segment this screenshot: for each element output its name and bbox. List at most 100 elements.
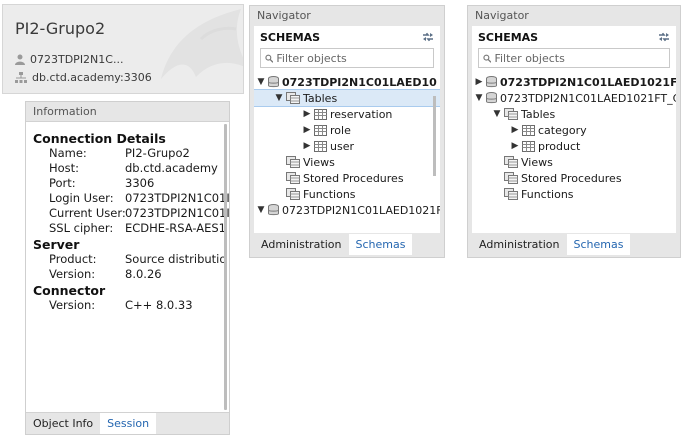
filter-input[interactable] — [494, 51, 669, 65]
tree-table-row[interactable]: ▶ reservation — [254, 106, 440, 122]
database-icon — [268, 204, 279, 216]
tree-schema-row[interactable]: ▼ 0723TDPI2N1C01LAED1021FT_C — [472, 90, 676, 106]
tab-schemas[interactable]: Schemas — [566, 234, 631, 255]
database-icon — [486, 76, 497, 88]
section-title: Connection Details — [33, 131, 166, 146]
tree-functions-row[interactable]: Functions — [254, 186, 440, 202]
table-name: user — [330, 139, 354, 153]
navigator-tabs: Administration Schemas — [472, 234, 631, 255]
navigator-panel-1: Navigator SCHEMAS ▼ 0723TDPI2N1C01LAED10 — [249, 5, 445, 258]
tree-table-row[interactable]: ▶ role — [254, 122, 440, 138]
tree-tables-row[interactable]: ▼ Tables — [254, 89, 440, 107]
info-row: Version: 8.0.26 — [33, 267, 229, 282]
schema-name: 0723TDPI2N1C01LAED1021F — [282, 203, 440, 217]
info-row: Port: 3306 — [33, 176, 229, 191]
info-value: 0723TDPI2N1C01I — [125, 191, 229, 205]
tab-session[interactable]: Session — [100, 413, 157, 434]
schemas-heading-row: SCHEMAS — [254, 26, 440, 48]
schema-name: 0723TDPI2N1C01LAED1021FT — [500, 75, 676, 89]
expand-arrow-icon[interactable]: ▶ — [302, 125, 312, 135]
table-icon — [314, 124, 327, 136]
tree-tables-row[interactable]: ▼ Tables — [472, 106, 676, 122]
tree-table-row[interactable]: ▶ product — [472, 138, 676, 154]
info-key: Version: — [49, 298, 96, 312]
schema-name: 0723TDPI2N1C01LAED10 — [282, 75, 437, 89]
tree-schema-row[interactable]: ▶ 0723TDPI2N1C01LAED1021FT — [472, 74, 676, 90]
collapse-arrow-icon[interactable]: ▼ — [256, 205, 266, 215]
tab-administration[interactable]: Administration — [472, 234, 567, 255]
tree-views-row[interactable]: Views — [254, 154, 440, 170]
views-label: Views — [303, 155, 335, 169]
table-icon — [314, 108, 327, 120]
search-icon — [265, 54, 274, 63]
procedures-label: Stored Procedures — [303, 171, 404, 185]
info-key: Current User: — [49, 206, 125, 220]
folder-tables-icon — [286, 92, 300, 104]
connection-card[interactable]: PI2-Grupo2 0723TDPI2N1C... db.ctd.academ… — [2, 4, 244, 94]
navigator-scrollbar[interactable] — [433, 96, 436, 176]
connection-user: 0723TDPI2N1C... — [30, 53, 124, 66]
info-value: PI2-Grupo2 — [125, 146, 190, 160]
tree-procedures-row[interactable]: Stored Procedures — [472, 170, 676, 186]
network-icon — [15, 72, 27, 83]
info-key: SSL cipher: — [49, 221, 114, 235]
tree-schema-row[interactable]: ▼ 0723TDPI2N1C01LAED10 — [254, 74, 440, 90]
functions-label: Functions — [521, 187, 574, 201]
filter-field[interactable] — [260, 48, 434, 68]
folder-views-icon — [286, 156, 300, 168]
tables-label: Tables — [303, 91, 338, 105]
info-row: Product: Source distributio — [33, 252, 229, 267]
section-title: Server — [33, 237, 80, 252]
expand-arrow-icon[interactable]: ▶ — [302, 141, 312, 151]
expand-arrow-icon[interactable]: ▶ — [510, 125, 520, 135]
refresh-icon[interactable] — [658, 32, 670, 42]
table-icon — [522, 124, 535, 136]
tree-table-row[interactable]: ▶ category — [472, 122, 676, 138]
folder-functions-icon — [286, 188, 300, 200]
navigator-header: Navigator — [250, 6, 444, 26]
information-body: Connection Details Name: PI2-Grupo2 Host:… — [26, 122, 229, 313]
tree-procedures-row[interactable]: Stored Procedures — [254, 170, 440, 186]
info-scrollbar[interactable] — [224, 124, 227, 410]
schemas-heading-row: SCHEMAS — [472, 26, 676, 48]
tab-object-info[interactable]: Object Info — [26, 413, 100, 434]
folder-functions-icon — [504, 188, 518, 200]
expand-arrow-icon[interactable]: ▶ — [302, 109, 312, 119]
table-name: role — [330, 123, 351, 137]
tree-table-row[interactable]: ▶ user — [254, 138, 440, 154]
navigator-content: SCHEMAS ▶ 0723TDPI2N1C01LAED1021FT — [472, 26, 676, 233]
info-row: SSL cipher: ECDHE-RSA-AES1 — [33, 221, 229, 236]
info-key: Port: — [49, 176, 76, 190]
database-icon — [486, 92, 497, 104]
expand-arrow-icon[interactable]: ▶ — [510, 141, 520, 151]
info-key: Version: — [49, 267, 96, 281]
schema-tree: ▶ 0723TDPI2N1C01LAED1021FT ▼ 0723TDPI2N1… — [472, 74, 676, 202]
database-icon — [268, 76, 279, 88]
tree-schema-row[interactable]: ▼ 0723TDPI2N1C01LAED1021F — [254, 202, 440, 218]
connection-title: PI2-Grupo2 — [15, 19, 106, 38]
info-row: Version: C++ 8.0.33 — [33, 298, 229, 313]
table-name: category — [538, 123, 587, 137]
information-header: Information — [26, 102, 229, 122]
collapse-arrow-icon[interactable]: ▼ — [492, 109, 502, 119]
expand-arrow-icon[interactable]: ▶ — [474, 77, 484, 87]
collapse-arrow-icon[interactable]: ▼ — [256, 77, 266, 87]
procedures-label: Stored Procedures — [521, 171, 622, 185]
collapse-arrow-icon[interactable]: ▼ — [474, 93, 484, 103]
info-key: Name: — [49, 146, 87, 160]
filter-field[interactable] — [478, 48, 670, 68]
tree-views-row[interactable]: Views — [472, 154, 676, 170]
info-value: Source distributio — [125, 252, 227, 266]
tab-schemas[interactable]: Schemas — [348, 234, 413, 255]
folder-procedures-icon — [504, 172, 518, 184]
information-panel: Information Connection Details Name: PI2-… — [25, 101, 230, 435]
filter-input[interactable] — [276, 51, 433, 65]
info-key: Host: — [49, 161, 80, 175]
refresh-icon[interactable] — [422, 32, 434, 42]
folder-tables-icon — [504, 108, 518, 120]
collapse-arrow-icon[interactable]: ▼ — [274, 93, 284, 103]
info-row: Name: PI2-Grupo2 — [33, 146, 229, 161]
tab-administration[interactable]: Administration — [254, 234, 349, 255]
tree-functions-row[interactable]: Functions — [472, 186, 676, 202]
search-icon — [483, 54, 492, 63]
